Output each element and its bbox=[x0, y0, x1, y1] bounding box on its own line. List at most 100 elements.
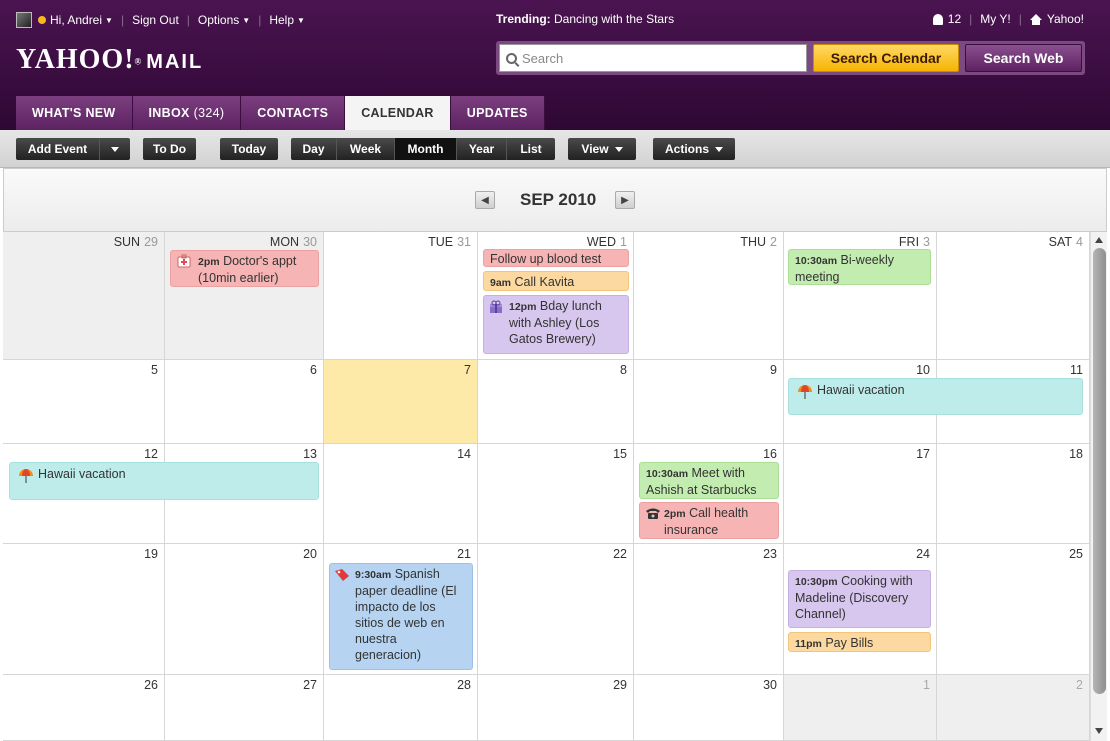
umbrella-icon bbox=[797, 384, 812, 399]
search-icon bbox=[506, 52, 517, 64]
trending: Trending: Dancing with the Stars bbox=[496, 12, 674, 26]
day-cell[interactable]: 18 bbox=[937, 444, 1090, 544]
day-cell[interactable]: 29 bbox=[478, 675, 634, 741]
day-cell[interactable]: TUE 31 bbox=[324, 232, 478, 360]
day-cell[interactable]: 28 bbox=[324, 675, 478, 741]
day-cell[interactable]: 9 bbox=[634, 360, 784, 444]
week-view-button[interactable]: Week bbox=[337, 138, 395, 160]
scroll-up-icon[interactable] bbox=[1095, 237, 1103, 243]
avatar[interactable] bbox=[16, 12, 32, 28]
my-yahoo-link[interactable]: My Y! bbox=[980, 12, 1010, 26]
event-cooking-madeline[interactable]: 10:30pm Cooking with Madeline (Discovery… bbox=[788, 570, 931, 628]
scroll-down-icon[interactable] bbox=[1095, 728, 1103, 734]
day-cell[interactable]: 2 bbox=[937, 675, 1090, 741]
todo-button[interactable]: To Do bbox=[143, 138, 196, 160]
day-cell[interactable]: 26 bbox=[3, 675, 165, 741]
day-cell[interactable]: 23 bbox=[634, 544, 784, 675]
view-switcher: Day Week Month Year List bbox=[291, 138, 555, 160]
day-cell[interactable]: 6 bbox=[165, 360, 324, 444]
day-cell[interactable]: 1 bbox=[784, 675, 937, 741]
month-view-button[interactable]: Month bbox=[395, 138, 457, 160]
day-view-button[interactable]: Day bbox=[291, 138, 337, 160]
tab-whats-new[interactable]: WHAT'S NEW bbox=[16, 96, 133, 130]
event-doctor-appt[interactable]: 2pm Doctor's appt (10min earlier) bbox=[170, 250, 319, 287]
top-bar: Hi, Andrei ▼ | Sign Out | Options ▼ | Help… bbox=[0, 0, 1110, 38]
search-web-button[interactable]: Search Web bbox=[965, 44, 1082, 72]
tab-updates[interactable]: UPDATES bbox=[450, 96, 545, 130]
event-call-health-insurance[interactable]: 2pm Call health insurance bbox=[639, 502, 779, 539]
day-cell[interactable]: 15 bbox=[478, 444, 634, 544]
tag-icon bbox=[334, 568, 349, 582]
prev-month-button[interactable]: ◀ bbox=[475, 191, 495, 209]
top-right-links: 12 | My Y! | Yahoo! bbox=[932, 12, 1084, 26]
day-cell[interactable]: 20 bbox=[165, 544, 324, 675]
month-header: ◀ SEP 2010 ▶ bbox=[3, 168, 1107, 232]
search-calendar-button[interactable]: Search Calendar bbox=[813, 44, 959, 72]
umbrella-icon bbox=[18, 468, 33, 483]
calendar-toolbar: Add Event To Do Today Day Week Month Yea… bbox=[0, 130, 1110, 168]
trending-label: Trending: bbox=[496, 12, 551, 26]
yahoo-home-link[interactable]: Yahoo! bbox=[1047, 12, 1084, 26]
year-view-button[interactable]: Year bbox=[457, 138, 507, 160]
scroll-thumb[interactable] bbox=[1093, 248, 1106, 694]
day-cell[interactable]: 5 bbox=[3, 360, 165, 444]
event-hawaii-vacation[interactable]: Hawaii vacation bbox=[9, 462, 319, 500]
chevron-down-icon bbox=[111, 146, 119, 152]
tab-contacts[interactable]: CONTACTS bbox=[241, 96, 346, 130]
day-cell[interactable]: 27 bbox=[165, 675, 324, 741]
notification-count[interactable]: 12 bbox=[948, 12, 961, 26]
arrow-right-icon: ▶ bbox=[621, 194, 629, 206]
list-view-button[interactable]: List bbox=[507, 138, 555, 160]
calendar-scrollbar[interactable] bbox=[1090, 232, 1107, 741]
arrow-left-icon: ◀ bbox=[481, 194, 489, 206]
trending-link[interactable]: Dancing with the Stars bbox=[554, 12, 674, 26]
chevron-down-icon bbox=[715, 146, 723, 152]
event-bday-lunch[interactable]: 12pm Bday lunch with Ashley (Los Gatos B… bbox=[483, 295, 629, 354]
sign-out-link[interactable]: Sign Out bbox=[132, 13, 179, 27]
add-event-group: Add Event bbox=[16, 138, 130, 160]
day-cell[interactable]: 25 bbox=[937, 544, 1090, 675]
event-call-kavita[interactable]: 9am Call Kavita bbox=[483, 271, 629, 291]
chevron-down-icon: ▼ bbox=[105, 15, 113, 25]
day-cell[interactable]: 19 bbox=[3, 544, 165, 675]
event-hawaii-vacation[interactable]: Hawaii vacation bbox=[788, 378, 1083, 415]
event-blood-test[interactable]: Follow up blood test bbox=[483, 249, 629, 267]
month-grid: SUN 29 MON 30 TUE 31 WED 1 THU 2 FRI 3 SAT 4 5 … bbox=[3, 232, 1090, 741]
greeting-menu[interactable]: Hi, Andrei bbox=[50, 13, 102, 27]
day-cell[interactable]: SAT 4 bbox=[937, 232, 1090, 360]
chevron-down-icon: ▼ bbox=[242, 15, 251, 25]
search-bar: Search Search Calendar Search Web bbox=[496, 41, 1085, 75]
day-cell[interactable]: 14 bbox=[324, 444, 478, 544]
today-cell[interactable]: 7 bbox=[324, 360, 478, 444]
event-biweekly-meeting[interactable]: 10:30am Bi-weekly meeting bbox=[788, 249, 931, 285]
home-icon bbox=[1029, 14, 1042, 25]
day-cell[interactable]: 22 bbox=[478, 544, 634, 675]
notification-bell-icon[interactable] bbox=[932, 13, 943, 25]
chevron-down-icon: ▼ bbox=[297, 15, 305, 25]
yahoo-mail-logo[interactable]: YAHOO!® MAIL bbox=[16, 44, 203, 76]
inbox-count: (324) bbox=[193, 106, 225, 120]
search-input[interactable]: Search bbox=[499, 44, 807, 72]
next-month-button[interactable]: ▶ bbox=[615, 191, 635, 209]
actions-menu-button[interactable]: Actions bbox=[653, 138, 735, 160]
event-pay-bills[interactable]: 11pm Pay Bills bbox=[788, 632, 931, 652]
day-cell[interactable]: 17 bbox=[784, 444, 937, 544]
tab-inbox[interactable]: INBOX (324) bbox=[132, 96, 242, 130]
event-meet-ashish[interactable]: 10:30am Meet with Ashish at Starbucks bbox=[639, 462, 779, 499]
chevron-down-icon bbox=[614, 146, 623, 152]
first-aid-icon bbox=[177, 254, 191, 268]
view-menu-button[interactable]: View bbox=[568, 138, 636, 160]
options-menu[interactable]: Options bbox=[198, 13, 239, 27]
help-menu[interactable]: Help bbox=[269, 13, 294, 27]
day-cell[interactable]: THU 2 bbox=[634, 232, 784, 360]
event-spanish-paper[interactable]: 9:30am Spanish paper deadline (El impact… bbox=[329, 563, 473, 670]
day-cell[interactable]: 8 bbox=[478, 360, 634, 444]
add-event-button[interactable]: Add Event bbox=[16, 138, 100, 160]
user-menu: Hi, Andrei ▼ | Sign Out | Options ▼ | Help… bbox=[16, 12, 305, 28]
today-button[interactable]: Today bbox=[220, 138, 278, 160]
day-cell[interactable]: 30 bbox=[634, 675, 784, 741]
add-event-dropdown[interactable] bbox=[100, 138, 130, 160]
day-cell[interactable]: SUN 29 bbox=[3, 232, 165, 360]
header: Hi, Andrei ▼ | Sign Out | Options ▼ | Help… bbox=[0, 0, 1110, 130]
tab-calendar[interactable]: CALENDAR bbox=[345, 96, 451, 130]
